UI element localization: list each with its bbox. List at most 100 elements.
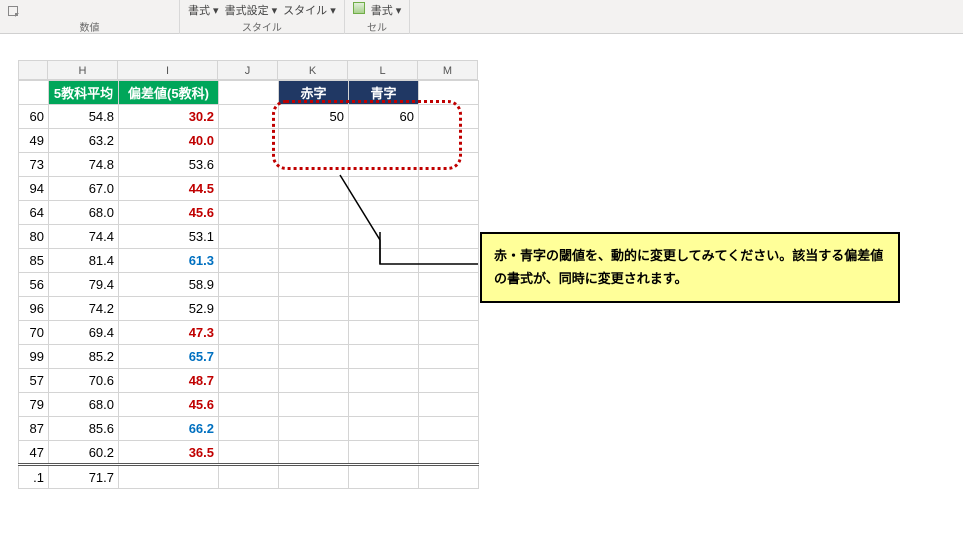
cell[interactable] <box>419 105 479 129</box>
cell[interactable] <box>279 321 349 345</box>
cell[interactable] <box>119 465 219 489</box>
cell[interactable]: 68.0 <box>49 393 119 417</box>
cell[interactable]: 80 <box>19 225 49 249</box>
threshold-red-header[interactable]: 赤字 <box>279 81 349 105</box>
cell[interactable]: 85.2 <box>49 345 119 369</box>
cell[interactable]: 99 <box>19 345 49 369</box>
cell[interactable] <box>279 297 349 321</box>
cell[interactable] <box>219 465 279 489</box>
cell[interactable]: 96 <box>19 297 49 321</box>
cell[interactable] <box>279 129 349 153</box>
cell[interactable] <box>219 249 279 273</box>
threshold-blue-header[interactable]: 青字 <box>349 81 419 105</box>
cell[interactable] <box>419 393 479 417</box>
cell[interactable]: 66.2 <box>119 417 219 441</box>
cell[interactable]: 40.0 <box>119 129 219 153</box>
cell[interactable]: 74.8 <box>49 153 119 177</box>
cell[interactable] <box>279 345 349 369</box>
cell[interactable] <box>219 417 279 441</box>
cell[interactable]: 68.0 <box>49 201 119 225</box>
format-dropdown[interactable]: 書式 ▾ <box>188 2 219 18</box>
cell[interactable]: 48.7 <box>119 369 219 393</box>
cell[interactable] <box>219 81 279 105</box>
dialog-launcher-icon[interactable] <box>8 6 18 16</box>
spreadsheet-grid[interactable]: 5教科平均 偏差値(5教科) 赤字 青字 6054.830.250604963.… <box>18 80 479 489</box>
cell-format-dropdown[interactable]: 書式 ▾ <box>371 2 402 18</box>
cell[interactable] <box>19 81 49 105</box>
cell[interactable] <box>219 369 279 393</box>
cell[interactable]: 44.5 <box>119 177 219 201</box>
cell[interactable] <box>219 225 279 249</box>
cell[interactable] <box>349 417 419 441</box>
cell[interactable] <box>349 441 419 465</box>
cell[interactable]: 52.9 <box>119 297 219 321</box>
cell[interactable]: 60 <box>19 105 49 129</box>
cell[interactable] <box>419 345 479 369</box>
cell[interactable]: .1 <box>19 465 49 489</box>
cell[interactable]: 71.7 <box>49 465 119 489</box>
cell[interactable] <box>219 153 279 177</box>
cell[interactable]: 56 <box>19 273 49 297</box>
cell[interactable]: 85.6 <box>49 417 119 441</box>
cell[interactable]: 49 <box>19 129 49 153</box>
cell[interactable]: 45.6 <box>119 201 219 225</box>
cell[interactable] <box>279 273 349 297</box>
cell[interactable]: 57 <box>19 369 49 393</box>
cell[interactable]: 50 <box>279 105 349 129</box>
cell[interactable]: 60.2 <box>49 441 119 465</box>
format-settings-dropdown[interactable]: 書式設定 ▾ <box>225 2 278 18</box>
cell[interactable] <box>419 129 479 153</box>
col-header-j[interactable]: J <box>218 60 278 80</box>
cell[interactable]: 63.2 <box>49 129 119 153</box>
cell[interactable] <box>349 393 419 417</box>
cell[interactable]: 64 <box>19 201 49 225</box>
cell[interactable] <box>219 201 279 225</box>
cell[interactable]: 74.4 <box>49 225 119 249</box>
cell[interactable]: 94 <box>19 177 49 201</box>
cell[interactable] <box>419 441 479 465</box>
cell[interactable] <box>219 393 279 417</box>
cell[interactable] <box>219 297 279 321</box>
cell[interactable] <box>219 441 279 465</box>
cell[interactable] <box>349 369 419 393</box>
cell[interactable] <box>419 417 479 441</box>
cell[interactable] <box>279 393 349 417</box>
cell[interactable]: 74.2 <box>49 297 119 321</box>
cell[interactable] <box>349 129 419 153</box>
style-dropdown[interactable]: スタイル ▾ <box>283 2 336 18</box>
cell[interactable] <box>219 129 279 153</box>
cell[interactable] <box>349 273 419 297</box>
col-header-g[interactable] <box>18 60 48 80</box>
cell[interactable] <box>349 465 419 489</box>
cell[interactable]: 70 <box>19 321 49 345</box>
cell[interactable] <box>279 441 349 465</box>
cell[interactable] <box>419 369 479 393</box>
cell[interactable]: 53.6 <box>119 153 219 177</box>
cell[interactable]: 58.9 <box>119 273 219 297</box>
cell[interactable]: 79.4 <box>49 273 119 297</box>
cell[interactable]: 70.6 <box>49 369 119 393</box>
cell[interactable]: 54.8 <box>49 105 119 129</box>
cell[interactable]: 79 <box>19 393 49 417</box>
cell[interactable]: 30.2 <box>119 105 219 129</box>
col-header-h[interactable]: H <box>48 60 118 80</box>
cell[interactable]: 61.3 <box>119 249 219 273</box>
cell[interactable] <box>219 177 279 201</box>
cell[interactable] <box>349 345 419 369</box>
header-dev[interactable]: 偏差値(5教科) <box>119 81 219 105</box>
cell[interactable]: 85 <box>19 249 49 273</box>
cell[interactable]: 65.7 <box>119 345 219 369</box>
cell[interactable]: 36.5 <box>119 441 219 465</box>
cell[interactable]: 67.0 <box>49 177 119 201</box>
cell[interactable] <box>419 321 479 345</box>
cell[interactable] <box>279 417 349 441</box>
cell[interactable] <box>219 345 279 369</box>
cell[interactable]: 73 <box>19 153 49 177</box>
cell[interactable]: 45.6 <box>119 393 219 417</box>
cell[interactable] <box>279 465 349 489</box>
cell[interactable] <box>349 321 419 345</box>
cell[interactable]: 69.4 <box>49 321 119 345</box>
cell[interactable]: 87 <box>19 417 49 441</box>
cell[interactable] <box>219 273 279 297</box>
cell[interactable] <box>419 465 479 489</box>
